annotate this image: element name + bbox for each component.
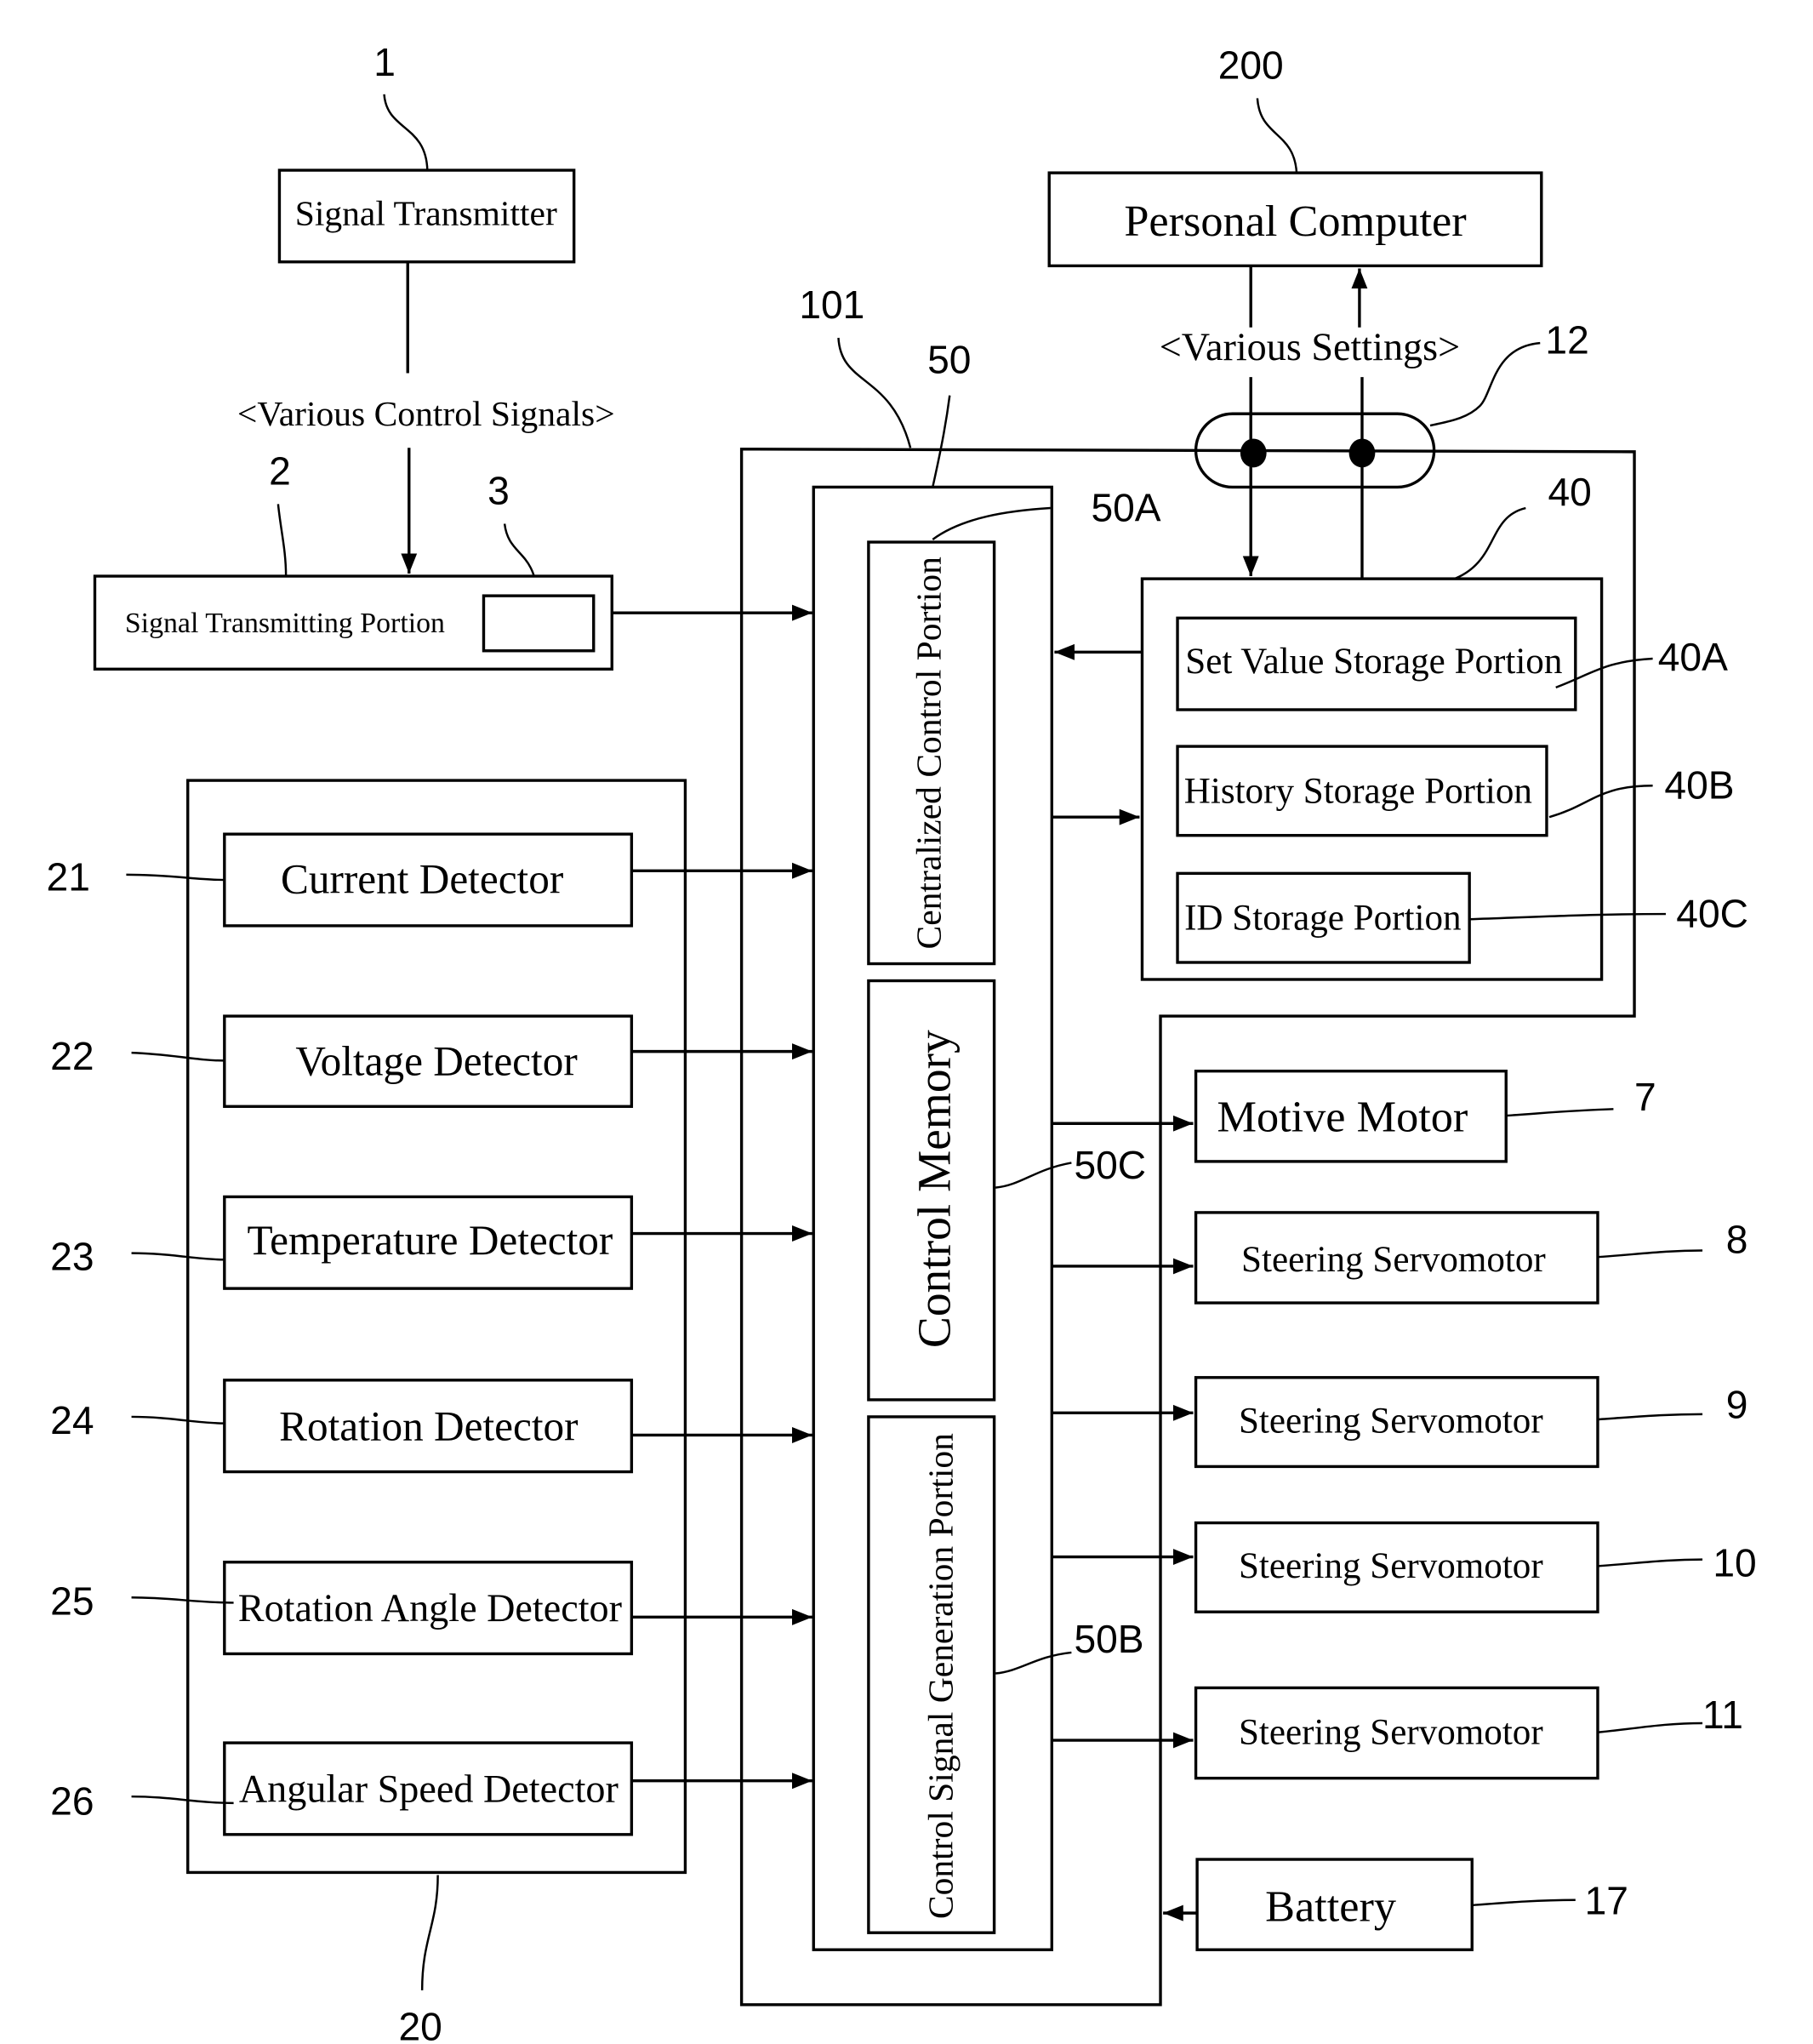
leader-20 [420,1875,439,1990]
control-signals-label: <Various Control Signals> [237,394,615,433]
detector-label: Rotation Angle Detector [238,1586,622,1630]
set-value-storage-label: Set Value Storage Portion [1185,642,1562,682]
detectors-group-box [186,779,687,1875]
output-ref: 7 [1634,1075,1656,1119]
output-leader [1597,1413,1703,1421]
centralized-control-portion-label: Centralized Control Portion [909,557,949,950]
ref-200: 200 [1218,43,1284,87]
detector-voltage[interactable]: Voltage Detector 22 [50,1014,812,1108]
battery-leader [1472,1898,1576,1907]
detector-ref: 23 [50,1235,94,1279]
leader-200 [1256,98,1298,174]
detector-ref: 24 [50,1398,94,1442]
output-steering-servomotor-9[interactable]: Steering Servomotor 9 [1052,1376,1748,1469]
various-settings-label: <Various Settings> [1160,325,1460,368]
leader-101 [837,337,912,448]
ref-40b: 40B [1664,763,1734,808]
detector-temperature[interactable]: Temperature Detector 23 [50,1195,812,1290]
detector-rotation[interactable]: Rotation Detector 24 [50,1379,812,1474]
connector-pin-1 [1240,438,1267,468]
output-label: Steering Servomotor [1239,1401,1543,1441]
battery-ref: 17 [1585,1879,1628,1923]
personal-computer-label: Personal Computer [1124,197,1466,246]
detector-angular-speed[interactable]: Angular Speed Detector 26 [50,1741,812,1836]
ref-1: 1 [373,40,396,84]
detector-ref: 21 [47,854,90,899]
detector-label: Temperature Detector [247,1217,613,1264]
ref-3: 3 [487,468,510,512]
detector-ref: 26 [50,1779,94,1824]
ref-50: 50 [927,338,971,382]
detector-ref: 22 [50,1034,94,1078]
ref-40c: 40C [1676,891,1748,935]
output-leader [1597,1558,1703,1567]
detector-current[interactable]: Current Detector 21 [47,832,812,928]
leader-2 [277,504,288,577]
output-label: Steering Servomotor [1239,1713,1543,1753]
id-storage-label: ID Storage Portion [1184,899,1461,939]
control-signal-generation-portion-label: Control Signal Generation Portion [921,1433,960,1919]
ref-50c: 50C [1074,1143,1146,1187]
output-ref: 8 [1726,1218,1748,1262]
detector-label: Angular Speed Detector [239,1767,619,1810]
ref-101: 101 [799,283,864,327]
output-steering-servomotor-11[interactable]: Steering Servomotor 11 [1052,1686,1743,1780]
signal-transmitting-portion-label: Signal Transmitting Portion [125,608,445,639]
output-ref: 10 [1713,1541,1756,1585]
detector-label: Voltage Detector [295,1037,577,1084]
ref-50a: 50A [1091,485,1160,529]
block-diagram: 1 Signal Transmitter <Various Control Si… [47,40,1757,2044]
ref-20: 20 [398,2004,442,2044]
ref-40a: 40A [1658,635,1728,679]
output-steering-servomotor-10[interactable]: Steering Servomotor 10 [1052,1521,1757,1613]
output-leader [1597,1249,1703,1259]
leader-40 [1451,506,1526,581]
ref-40: 40 [1548,470,1591,514]
output-ref: 11 [1702,1693,1743,1737]
output-label: Steering Servomotor [1239,1546,1543,1586]
detector-label: Rotation Detector [279,1403,578,1450]
detector-ref: 25 [50,1579,94,1623]
output-label: Steering Servomotor [1241,1240,1546,1280]
history-storage-label: History Storage Portion [1184,771,1532,811]
output-label: Motive Motor [1217,1092,1468,1141]
leader-50 [932,395,951,488]
ref-50b: 50B [1074,1617,1143,1661]
control-memory-label: Control Memory [908,1030,960,1348]
battery-label: Battery [1265,1881,1396,1931]
signal-transmitter-label: Signal Transmitter [295,194,557,233]
transmitting-subunit-box [482,594,596,653]
leader-1 [383,94,429,171]
connector-pin-2 [1348,438,1376,468]
output-leader [1506,1108,1614,1117]
ref-12: 12 [1545,317,1588,362]
output-steering-servomotor-8[interactable]: Steering Servomotor 8 [1052,1211,1748,1305]
output-ref: 9 [1726,1382,1748,1426]
detector-rotation-angle[interactable]: Rotation Angle Detector 25 [50,1561,812,1656]
detector-label: Current Detector [281,855,563,902]
output-leader [1597,1721,1703,1734]
ref-2: 2 [269,448,291,493]
battery[interactable]: Battery 17 [1163,1858,1628,1951]
